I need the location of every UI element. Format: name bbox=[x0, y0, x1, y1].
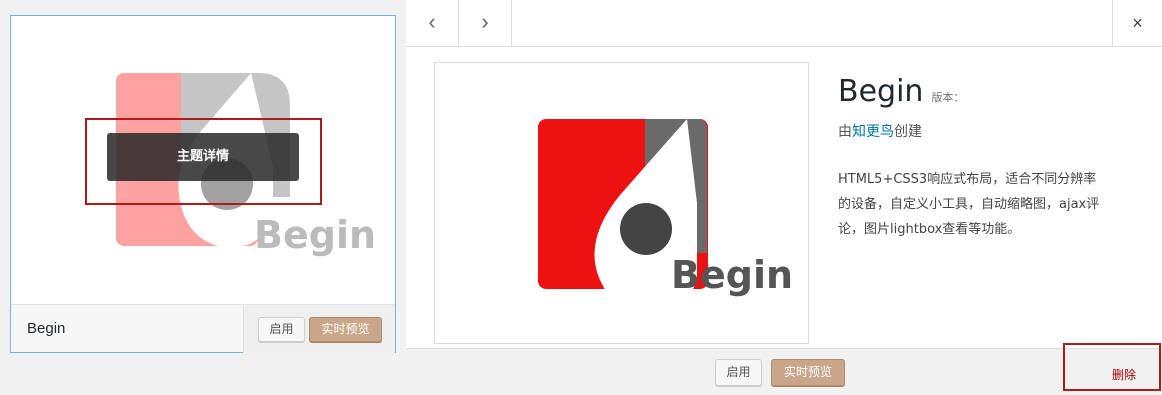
activate-button[interactable]: 启用 bbox=[258, 317, 305, 342]
theme-logo-large: Begin bbox=[538, 119, 793, 313]
theme-logo-text: Begin bbox=[254, 213, 376, 257]
author-link[interactable]: 知更鸟 bbox=[852, 124, 894, 140]
live-preview-button[interactable]: 实时预览 bbox=[309, 317, 382, 342]
details-header: ‹ › × bbox=[406, 0, 1162, 47]
next-theme-button[interactable]: › bbox=[459, 0, 512, 47]
theme-info: Begin 版本： 由知更鸟创建 HTML5+CSS3响应式布局，适合不同分辨率的… bbox=[838, 74, 1138, 242]
chevron-right-icon: › bbox=[481, 9, 489, 34]
theme-actions: 启用 实时预览 bbox=[243, 305, 395, 353]
theme-title: Begin bbox=[838, 74, 924, 109]
large-logo-text: Begin bbox=[671, 253, 793, 297]
previous-theme-button[interactable]: ‹ bbox=[406, 0, 459, 47]
author-prefix: 由 bbox=[838, 124, 852, 140]
details-live-preview-button[interactable]: 实时预览 bbox=[771, 359, 845, 386]
theme-author: 由知更鸟创建 bbox=[838, 121, 1138, 141]
theme-details-panel: ‹ › × Begin Begin 版本： 由知更鸟创建 HTML5+CSS3响应… bbox=[406, 0, 1162, 395]
theme-description: HTML5+CSS3响应式布局，适合不同分辨率的设备，自定义小工具，自动缩略图，… bbox=[838, 172, 1100, 237]
theme-card-footer: Begin 启用 实时预览 bbox=[11, 304, 395, 353]
theme-name: Begin bbox=[27, 320, 66, 337]
highlight-box-details bbox=[85, 118, 322, 205]
close-button[interactable]: × bbox=[1112, 0, 1162, 47]
details-activate-button[interactable]: 启用 bbox=[715, 359, 762, 386]
theme-version: 版本： bbox=[931, 91, 965, 104]
highlight-box-delete bbox=[1063, 343, 1161, 391]
theme-screenshot-large: Begin bbox=[434, 62, 809, 344]
close-icon: × bbox=[1132, 13, 1143, 33]
author-suffix: 创建 bbox=[894, 124, 922, 140]
details-action-bar: 启用 实时预览 删除 bbox=[406, 348, 1162, 395]
chevron-left-icon: ‹ bbox=[428, 9, 436, 34]
